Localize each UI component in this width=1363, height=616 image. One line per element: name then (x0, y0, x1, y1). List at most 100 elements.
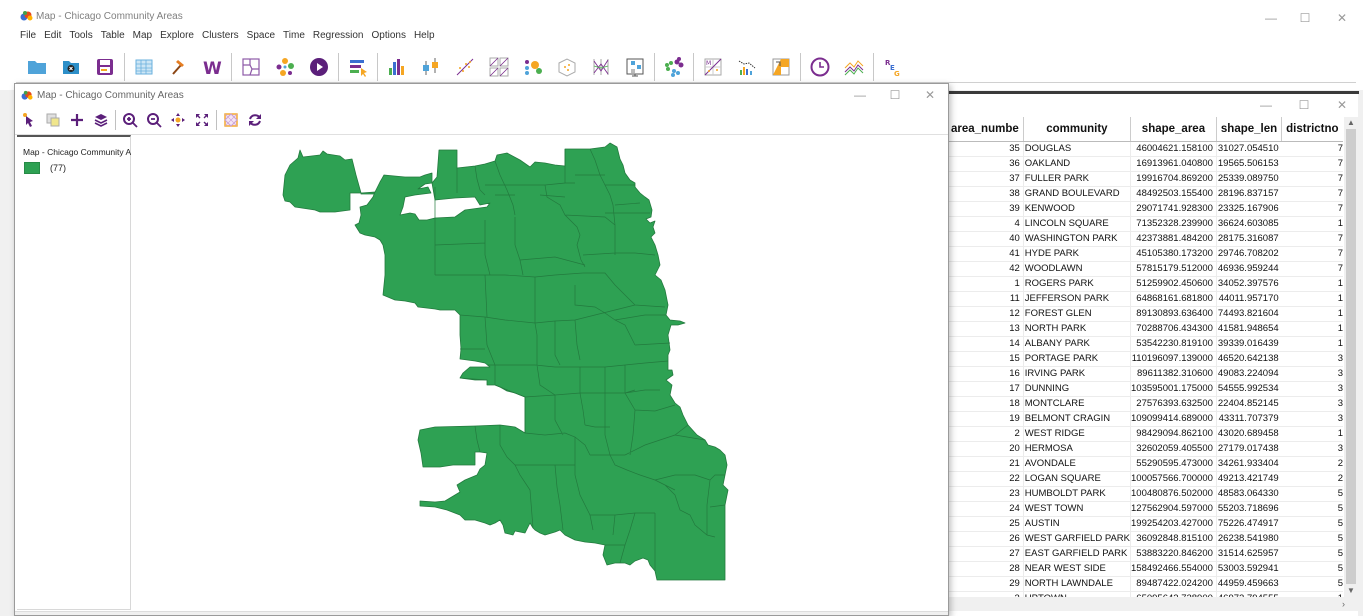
table-row[interactable]: 37 FULLER PARK 19916704.869200 25339.089750… (949, 171, 1343, 187)
cell-community[interactable]: DOUGLAS (1023, 141, 1132, 157)
cell-districtno[interactable]: 5 (1281, 576, 1343, 592)
cell-districtno[interactable]: 3 (1281, 441, 1343, 457)
cell-districtno[interactable]: 3 (1281, 351, 1343, 367)
cell-community[interactable]: ALBANY PARK (1023, 336, 1132, 352)
cell-districtno[interactable]: 7 (1281, 246, 1343, 262)
table-row[interactable]: 22 LOGAN SQUARE 100057566.700000 49213.4217… (949, 471, 1343, 487)
table-button[interactable] (127, 52, 161, 82)
boxplot-button[interactable] (414, 52, 448, 82)
table-row[interactable]: 29 NORTH LAWNDALE 89487422.024200 44959.459… (949, 576, 1343, 592)
cell-area-numbe[interactable]: 25 (949, 516, 1024, 532)
cell-community[interactable]: WEST RIDGE (1023, 426, 1132, 442)
cell-community[interactable]: IRVING PARK (1023, 366, 1132, 382)
scroll-right-icon[interactable]: › (1342, 597, 1345, 611)
cell-community[interactable]: GRAND BOULEVARD (1023, 186, 1132, 202)
cell-shape-len[interactable]: 31514.625957 (1216, 546, 1282, 562)
cell-shape-area[interactable]: 70288706.434300 (1130, 321, 1217, 337)
table-row[interactable]: 39 KENWOOD 29071741.928300 23325.167906 7 (949, 201, 1343, 217)
table-row[interactable]: 24 WEST TOWN 127562904.597000 55203.718696 5 (949, 501, 1343, 517)
cell-shape-len[interactable]: 53003.592941 (1216, 561, 1282, 577)
column-header-districtno[interactable]: districtno (1281, 117, 1343, 142)
bubble-chart-button[interactable] (516, 52, 550, 82)
spatial-correlogram-button[interactable] (764, 52, 798, 82)
cell-shape-len[interactable]: 44959.459663 (1216, 576, 1282, 592)
cell-shape-area[interactable]: 45105380.173200 (1130, 246, 1217, 262)
menu-tools[interactable]: Tools (65, 29, 96, 43)
table-close-button[interactable]: ✕ (1327, 97, 1357, 113)
table-row[interactable]: 11 JEFFERSON PARK 64868161.681800 44011.957… (949, 291, 1343, 307)
table-row[interactable]: 28 NEAR WEST SIDE 158492466.554000 53003.59… (949, 561, 1343, 577)
cell-districtno[interactable]: 5 (1281, 516, 1343, 532)
menu-options[interactable]: Options (367, 29, 409, 43)
table-minimize-button[interactable]: — (1251, 97, 1281, 113)
cell-area-numbe[interactable]: 36 (949, 156, 1024, 172)
table-row[interactable]: 26 WEST GARFIELD PARK 36092848.815100 26238… (949, 531, 1343, 547)
chicago-community-areas-map[interactable] (135, 135, 947, 610)
cell-area-numbe[interactable]: 40 (949, 231, 1024, 247)
table-row[interactable]: 2 WEST RIDGE 98429094.862100 43020.689458 1 (949, 426, 1343, 442)
cell-shape-area[interactable]: 55290595.473000 (1130, 456, 1217, 472)
cell-districtno[interactable]: 5 (1281, 486, 1343, 502)
cell-shape-area[interactable]: 19916704.869200 (1130, 171, 1217, 187)
cell-districtno[interactable]: 7 (1281, 186, 1343, 202)
table-row[interactable]: 38 GRAND BOULEVARD 48492503.155400 28196.83… (949, 186, 1343, 202)
close-project-button[interactable] (54, 52, 88, 82)
cell-shape-len[interactable]: 31027.054510 (1216, 141, 1282, 157)
parallel-coordinates-button[interactable] (584, 52, 618, 82)
cell-shape-len[interactable]: 48583.064330 (1216, 486, 1282, 502)
cell-districtno[interactable]: 5 (1281, 531, 1343, 547)
table-row[interactable]: 21 AVONDALE 55290595.473000 34261.933404 2 (949, 456, 1343, 472)
cell-shape-len[interactable]: 34261.933404 (1216, 456, 1282, 472)
weights-manager-button[interactable]: W (195, 52, 229, 82)
table-row[interactable]: 20 HERMOSA 32602059.405500 27179.017438 3 (949, 441, 1343, 457)
cell-shape-area[interactable]: 89487422.024200 (1130, 576, 1217, 592)
menu-map[interactable]: Map (129, 29, 156, 43)
cell-shape-area[interactable]: 89611382.310600 (1130, 366, 1217, 382)
map-close-button[interactable]: ✕ (915, 87, 945, 103)
cell-shape-len[interactable]: 49213.421749 (1216, 471, 1282, 487)
cell-community[interactable]: NORTH LAWNDALE (1023, 576, 1132, 592)
cell-districtno[interactable]: 2 (1281, 456, 1343, 472)
tools-button[interactable] (161, 52, 195, 82)
main-minimize-button[interactable]: — (1256, 10, 1286, 26)
cell-shape-area[interactable]: 36092848.815100 (1130, 531, 1217, 547)
cell-area-numbe[interactable]: 39 (949, 201, 1024, 217)
table-row[interactable]: 23 HUMBOLDT PARK 100480876.502000 48583.064… (949, 486, 1343, 502)
cell-community[interactable]: WASHINGTON PARK (1023, 231, 1132, 247)
cell-shape-area[interactable]: 27576393.632500 (1130, 396, 1217, 412)
cell-shape-len[interactable]: 46936.959244 (1216, 261, 1282, 277)
menu-regression[interactable]: Regression (309, 29, 368, 43)
save-button[interactable] (88, 52, 122, 82)
scatter-plot-button[interactable] (448, 52, 482, 82)
cell-districtno[interactable]: 7 (1281, 156, 1343, 172)
column-header-shape-area[interactable]: shape_area (1130, 117, 1217, 142)
cell-districtno[interactable]: 1 (1281, 426, 1343, 442)
table-row[interactable]: 13 NORTH PARK 70288706.434300 41581.948654 1 (949, 321, 1343, 337)
cell-districtno[interactable]: 1 (1281, 306, 1343, 322)
main-close-button[interactable]: ✕ (1327, 10, 1357, 26)
cell-area-numbe[interactable]: 13 (949, 321, 1024, 337)
cell-districtno[interactable]: 1 (1281, 291, 1343, 307)
legend-swatch[interactable] (24, 162, 40, 174)
cell-shape-len[interactable]: 22404.852145 (1216, 396, 1282, 412)
cell-shape-len[interactable]: 55203.718696 (1216, 501, 1282, 517)
cell-area-numbe[interactable]: 4 (949, 216, 1024, 232)
regression-button[interactable]: REG (876, 52, 910, 82)
cell-area-numbe[interactable]: 15 (949, 351, 1024, 367)
cell-districtno[interactable]: 5 (1281, 501, 1343, 517)
cell-community[interactable]: FULLER PARK (1023, 171, 1132, 187)
cell-area-numbe[interactable]: 38 (949, 186, 1024, 202)
cell-area-numbe[interactable]: 37 (949, 171, 1024, 187)
cell-shape-len[interactable]: 34052.397576 (1216, 276, 1282, 292)
histogram-button[interactable] (380, 52, 414, 82)
cell-districtno[interactable]: 1 (1281, 321, 1343, 337)
cell-shape-area[interactable]: 29071741.928300 (1130, 201, 1217, 217)
full-extent-button[interactable] (190, 109, 214, 131)
cell-area-numbe[interactable]: 11 (949, 291, 1024, 307)
map-button[interactable] (234, 52, 268, 82)
cell-area-numbe[interactable]: 35 (949, 141, 1024, 157)
cell-districtno[interactable]: 3 (1281, 381, 1343, 397)
cell-districtno[interactable]: 7 (1281, 261, 1343, 277)
cell-shape-len[interactable]: 28196.837157 (1216, 186, 1282, 202)
cell-shape-len[interactable]: 36624.603085 (1216, 216, 1282, 232)
